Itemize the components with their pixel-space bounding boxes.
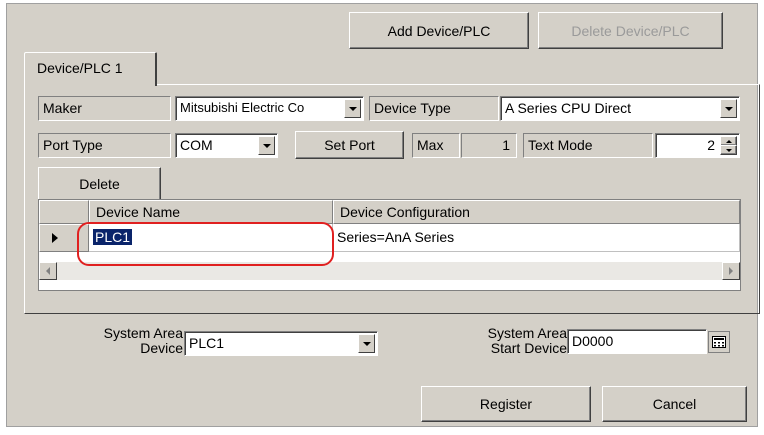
device-type-label: Device Type: [369, 96, 499, 121]
scroll-right-icon[interactable]: [722, 262, 740, 280]
device-plc-dialog: Add Device/PLC Delete Device/PLC Device/…: [6, 3, 760, 427]
port-type-label: Port Type: [38, 133, 171, 158]
maker-select[interactable]: Mitsubishi Electric Co: [175, 96, 364, 121]
port-type-value: COM: [180, 137, 213, 153]
device-configuration-value: Series=AnA Series: [337, 229, 455, 245]
system-area-device-label: System Area Device: [67, 326, 183, 356]
add-device-plc-button[interactable]: Add Device/PLC: [349, 12, 529, 49]
system-area-device-label-line2: Device: [140, 340, 183, 356]
system-area-start-input[interactable]: D0000: [567, 329, 707, 354]
maker-label: Maker: [38, 96, 171, 121]
keypad-icon[interactable]: [708, 331, 730, 353]
dropdown-arrow-icon[interactable]: [258, 136, 275, 155]
grid-corner-header: [39, 200, 89, 224]
max-label: Max: [412, 133, 460, 158]
column-header-device-configuration[interactable]: Device Configuration: [333, 200, 740, 224]
text-mode-spinner[interactable]: 2: [655, 133, 740, 158]
spinner-buttons: [720, 136, 737, 155]
system-area-start-label-line2: Start Device: [490, 340, 567, 356]
maker-value: Mitsubishi Electric Co: [180, 100, 305, 115]
system-area-start-label: System Area Start Device: [467, 326, 567, 356]
tab-device-plc-1[interactable]: Device/PLC 1: [24, 52, 157, 86]
cancel-button[interactable]: Cancel: [602, 386, 747, 422]
spin-down-icon[interactable]: [720, 145, 737, 155]
cell-device-configuration[interactable]: Series=AnA Series: [333, 224, 740, 252]
system-area-start-label-line1: System Area: [487, 325, 567, 341]
dropdown-arrow-icon[interactable]: [344, 99, 361, 118]
port-type-select[interactable]: COM: [175, 133, 278, 158]
row-pointer-icon: [52, 233, 58, 243]
scroll-left-icon[interactable]: [39, 262, 57, 280]
system-area-device-value: PLC1: [189, 335, 225, 351]
device-type-select[interactable]: A Series CPU Direct: [500, 96, 740, 121]
delete-device-plc-button[interactable]: Delete Device/PLC: [538, 12, 723, 49]
dropdown-arrow-icon[interactable]: [720, 99, 737, 118]
device-type-value: A Series CPU Direct: [505, 100, 632, 116]
text-mode-value: 2: [707, 137, 715, 153]
column-header-device-name[interactable]: Device Name: [89, 200, 333, 224]
max-value: 1: [461, 133, 517, 158]
register-button[interactable]: Register: [421, 386, 591, 422]
delete-button[interactable]: Delete: [38, 167, 161, 201]
highlight-annotation: [77, 222, 334, 266]
text-mode-label: Text Mode: [523, 133, 653, 158]
system-area-device-select[interactable]: PLC1: [184, 331, 378, 356]
system-area-device-label-line1: System Area: [103, 325, 183, 341]
set-port-button[interactable]: Set Port: [295, 131, 404, 159]
dropdown-arrow-icon[interactable]: [358, 334, 375, 353]
system-area-start-value: D0000: [572, 333, 614, 349]
